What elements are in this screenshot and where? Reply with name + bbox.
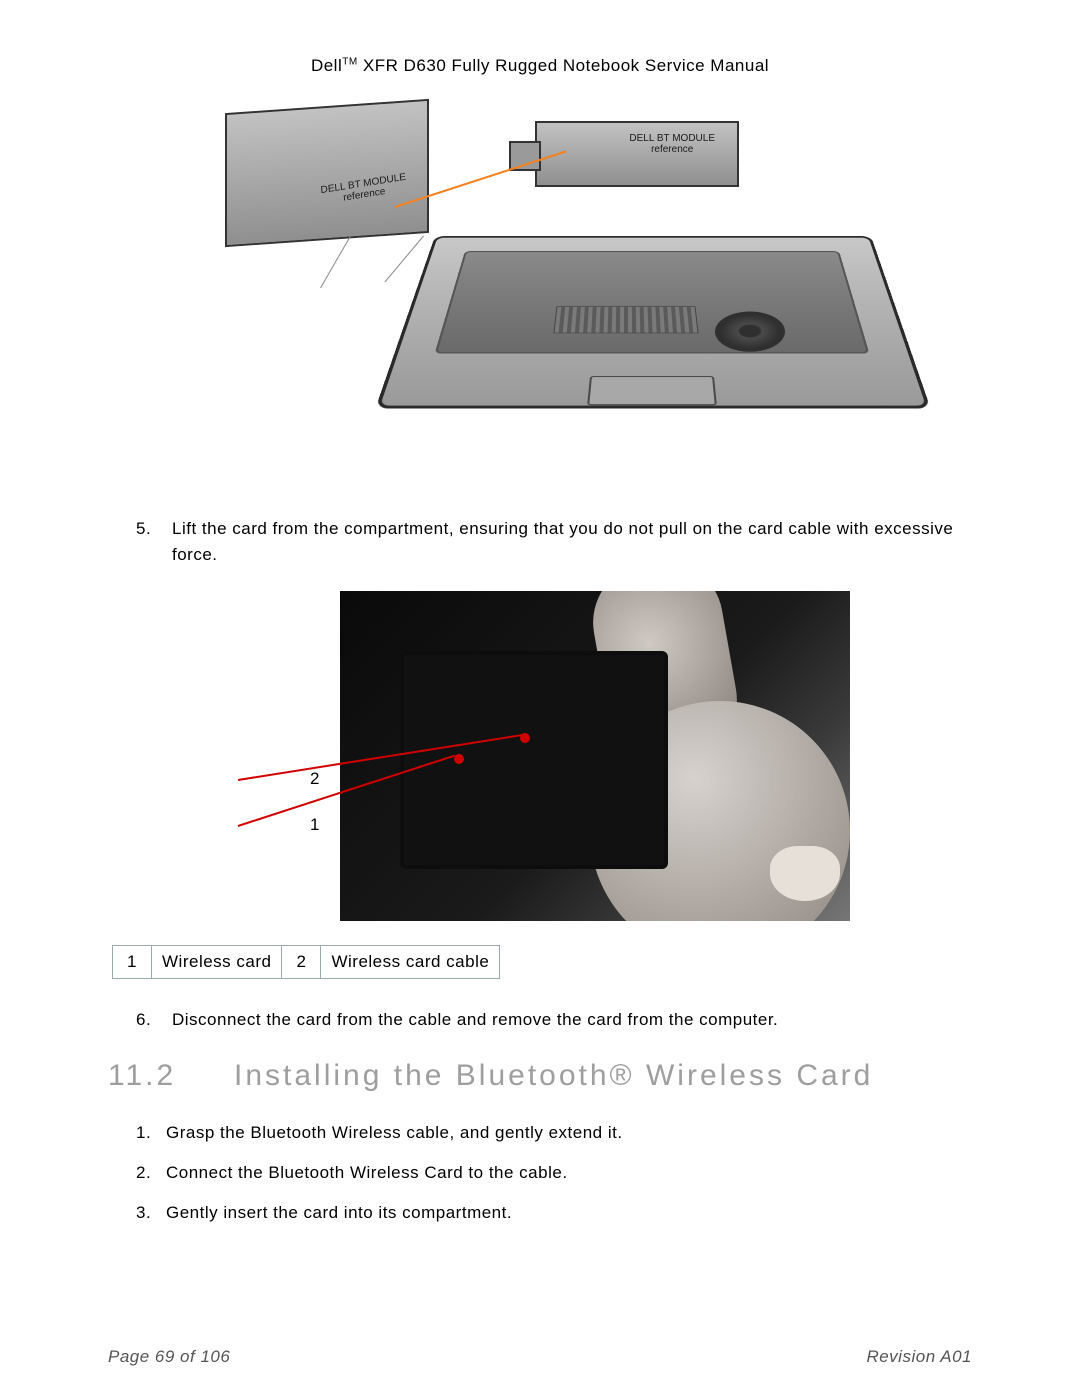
legend-text-1: Wireless card xyxy=(152,946,282,979)
step-number: 6. xyxy=(108,1007,172,1033)
brand: Dell xyxy=(311,56,342,75)
table-row: 1 Wireless card 2 Wireless card cable xyxy=(113,946,500,979)
callout-index-2: 2 xyxy=(310,769,319,789)
callout-compartment-zoom: DELL BT MODULE reference xyxy=(225,99,429,247)
legend-table: 1 Wireless card 2 Wireless card cable xyxy=(112,945,500,979)
step-number: 5. xyxy=(108,516,172,567)
leader-dot xyxy=(454,754,464,764)
trademark: TM xyxy=(342,56,357,67)
section-title: Installing the Bluetooth® Wireless Card xyxy=(234,1059,873,1092)
step-text: Connect the Bluetooth Wireless Card to t… xyxy=(166,1163,568,1182)
revision: Revision A01 xyxy=(866,1347,972,1367)
step-number: 1. xyxy=(136,1123,166,1143)
section-heading: 11.2Installing the Bluetooth® Wireless C… xyxy=(108,1059,972,1093)
legend-num-1: 1 xyxy=(113,946,152,979)
step-text: Gently insert the card into its compartm… xyxy=(166,1203,512,1222)
step-5: 5. Lift the card from the compartment, e… xyxy=(108,516,972,567)
photo xyxy=(340,591,850,921)
figure-bt-module-diagram: DELL BT MODULE reference DELL BT MODULE … xyxy=(225,106,855,486)
step-6: 6. Disconnect the card from the cable an… xyxy=(108,1007,972,1033)
page-number: Page 69 of 106 xyxy=(108,1347,230,1367)
callout-bt-module-card: DELL BT MODULE reference xyxy=(535,121,739,187)
leader-line xyxy=(385,236,424,283)
page-footer: Page 69 of 106 Revision A01 xyxy=(108,1347,972,1367)
callout-tr-line1: DELL BT MODULE xyxy=(629,133,715,144)
legend-num-2: 2 xyxy=(282,946,321,979)
step-text: Lift the card from the compartment, ensu… xyxy=(172,516,972,567)
step-text: Disconnect the card from the cable and r… xyxy=(172,1007,972,1033)
leader-line xyxy=(320,236,351,288)
install-step-1: 1.Grasp the Bluetooth Wireless cable, an… xyxy=(136,1123,972,1143)
title-rest: XFR D630 Fully Rugged Notebook Service M… xyxy=(358,56,769,75)
legend-text-2: Wireless card cable xyxy=(321,946,500,979)
install-step-2: 2.Connect the Bluetooth Wireless Card to… xyxy=(136,1163,972,1183)
page-header: DellTM XFR D630 Fully Rugged Notebook Se… xyxy=(108,56,972,76)
leader-dot xyxy=(520,733,530,743)
section-number: 11.2 xyxy=(108,1059,234,1093)
step-number: 2. xyxy=(136,1163,166,1183)
install-step-3: 3.Gently insert the card into its compar… xyxy=(136,1203,972,1223)
callout-tr-line2: reference xyxy=(629,144,715,155)
figure-card-removal-photo: 2 1 xyxy=(230,591,850,921)
install-steps: 1.Grasp the Bluetooth Wireless cable, an… xyxy=(136,1123,972,1223)
step-number: 3. xyxy=(136,1203,166,1223)
laptop-illustration xyxy=(435,236,865,476)
callout-index-1: 1 xyxy=(310,815,319,835)
step-text: Grasp the Bluetooth Wireless cable, and … xyxy=(166,1123,623,1142)
